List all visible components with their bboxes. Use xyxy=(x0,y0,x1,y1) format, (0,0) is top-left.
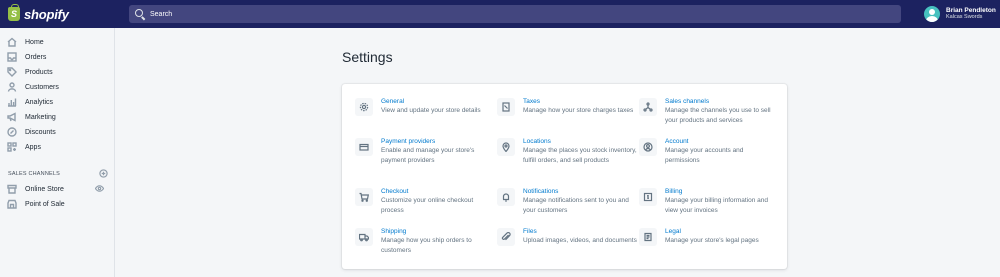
tile-title: Files xyxy=(523,228,537,235)
tile-title: Locations xyxy=(523,138,551,145)
store-name: Kalcas Swords xyxy=(946,14,983,20)
settings-tile-account[interactable]: Account Manage your accounts and permiss… xyxy=(639,138,779,165)
settings-tile-general[interactable]: General View and update your store detai… xyxy=(355,98,495,116)
sidebar-item-marketing[interactable]: Marketing xyxy=(0,110,114,124)
search-input[interactable]: Search xyxy=(129,5,901,23)
tile-description: Manage the places you stock inventory, f… xyxy=(523,147,637,164)
tile-description: Manage your accounts and permissions xyxy=(665,147,744,164)
sidebar-item-analytics[interactable]: Analytics xyxy=(0,95,114,109)
tile-title: Checkout xyxy=(381,188,409,195)
location-pin-icon xyxy=(497,138,515,156)
sidebar-item-label: Analytics xyxy=(25,98,54,106)
sidebar-item-products[interactable]: Products xyxy=(0,65,114,79)
settings-tile-locations[interactable]: Locations Manage the places you stock in… xyxy=(497,138,637,165)
search-placeholder: Search xyxy=(150,10,173,18)
sidebar-item-point-of-sale[interactable]: Point of Sale xyxy=(0,197,114,211)
sales-channels-header: SALES CHANNELS xyxy=(8,169,108,179)
sidebar-item-label: Home xyxy=(25,38,44,46)
tile-description: Manage your store's legal pages xyxy=(665,237,759,244)
tile-description: Manage how your store charges taxes xyxy=(523,107,634,114)
shopify-logo[interactable]: S shopify xyxy=(0,0,115,28)
sidebar-item-label: Discounts xyxy=(25,128,56,136)
apps-icon xyxy=(7,142,17,152)
megaphone-icon xyxy=(7,112,17,122)
paperclip-icon xyxy=(497,228,515,246)
tile-description: Enable and manage your store's payment p… xyxy=(381,147,475,164)
account-icon xyxy=(639,138,657,156)
settings-tile-payment-providers[interactable]: Payment providers Enable and manage your… xyxy=(355,138,495,165)
truck-icon xyxy=(355,228,373,246)
settings-tile-shipping[interactable]: Shipping Manage how you ship orders to c… xyxy=(355,228,495,255)
channels-icon xyxy=(639,98,657,116)
bar-chart-icon xyxy=(7,97,17,107)
shopify-bag-icon: S xyxy=(8,4,20,21)
eye-icon[interactable] xyxy=(94,180,105,198)
tile-description: Manage how you ship orders to customers xyxy=(381,237,472,254)
user-menu[interactable]: Brian Pendleton Kalcas Swords xyxy=(916,0,1000,28)
settings-tile-taxes[interactable]: Taxes Manage how your store charges taxe… xyxy=(497,98,637,116)
tile-description: Manage the channels you use to sell your… xyxy=(665,107,771,124)
pos-icon xyxy=(7,199,17,209)
gear-icon xyxy=(355,98,373,116)
tile-title: General xyxy=(381,98,405,105)
tile-title: Account xyxy=(665,138,689,145)
person-icon xyxy=(7,82,17,92)
sidebar-item-online-store[interactable]: Online Store xyxy=(0,182,114,196)
sidebar-item-label: Apps xyxy=(25,143,41,151)
orders-icon xyxy=(7,52,17,62)
sidebar-item-label: Products xyxy=(25,68,53,76)
tile-title: Payment providers xyxy=(381,138,436,145)
sidebar-item-apps[interactable]: Apps xyxy=(0,140,114,154)
tile-description: Customize your online checkout process xyxy=(381,197,474,214)
settings-card: General View and update your store detai… xyxy=(342,84,787,269)
tile-description: View and update your store details xyxy=(381,107,481,114)
sidebar-item-label: Point of Sale xyxy=(25,200,65,208)
tag-icon xyxy=(7,67,17,77)
bell-icon xyxy=(497,188,515,206)
sidebar-item-customers[interactable]: Customers xyxy=(0,80,114,94)
credit-card-icon xyxy=(355,138,373,156)
sidebar-item-label: Customers xyxy=(25,83,59,91)
top-bar: S shopify Search Brian Pendleton Kalcas … xyxy=(0,0,1000,28)
tile-description: Manage notifications sent to you and you… xyxy=(523,197,629,214)
sidebar: Home Orders Products Customers Analytics… xyxy=(0,28,115,277)
user-name: Brian Pendleton xyxy=(946,7,996,14)
tile-title: Shipping xyxy=(381,228,407,235)
brand-name: shopify xyxy=(24,6,69,22)
search-icon xyxy=(135,9,145,19)
store-icon xyxy=(7,184,17,194)
sidebar-item-label: Orders xyxy=(25,53,47,61)
tile-title: Billing xyxy=(665,188,683,195)
sidebar-item-label: Online Store xyxy=(25,185,64,193)
settings-tile-notifications[interactable]: Notifications Manage notifications sent … xyxy=(497,188,637,215)
settings-tile-checkout[interactable]: Checkout Customize your online checkout … xyxy=(355,188,495,215)
tile-title: Notifications xyxy=(523,188,559,195)
home-icon xyxy=(7,37,17,47)
legal-icon xyxy=(639,228,657,246)
tile-description: Manage your billing information and view… xyxy=(665,197,768,214)
settings-tile-files[interactable]: Files Upload images, videos, and documen… xyxy=(497,228,637,246)
tile-title: Taxes xyxy=(523,98,540,105)
tile-title: Legal xyxy=(665,228,681,235)
billing-icon xyxy=(639,188,657,206)
receipt-icon xyxy=(497,98,515,116)
tile-title: Sales channels xyxy=(665,98,710,105)
sidebar-item-label: Marketing xyxy=(25,113,56,121)
sidebar-item-discounts[interactable]: Discounts xyxy=(0,125,114,139)
page-title: Settings xyxy=(342,49,393,65)
sidebar-item-orders[interactable]: Orders xyxy=(0,50,114,64)
settings-tile-billing[interactable]: Billing Manage your billing information … xyxy=(639,188,779,215)
avatar xyxy=(924,6,940,22)
settings-tile-legal[interactable]: Legal Manage your store's legal pages xyxy=(639,228,779,246)
tile-description: Upload images, videos, and documents xyxy=(523,237,637,244)
section-title: SALES CHANNELS xyxy=(8,171,61,177)
discount-icon xyxy=(7,127,17,137)
sidebar-item-home[interactable]: Home xyxy=(0,35,114,49)
cart-icon xyxy=(355,188,373,206)
settings-tile-sales-channels[interactable]: Sales channels Manage the channels you u… xyxy=(639,98,779,125)
